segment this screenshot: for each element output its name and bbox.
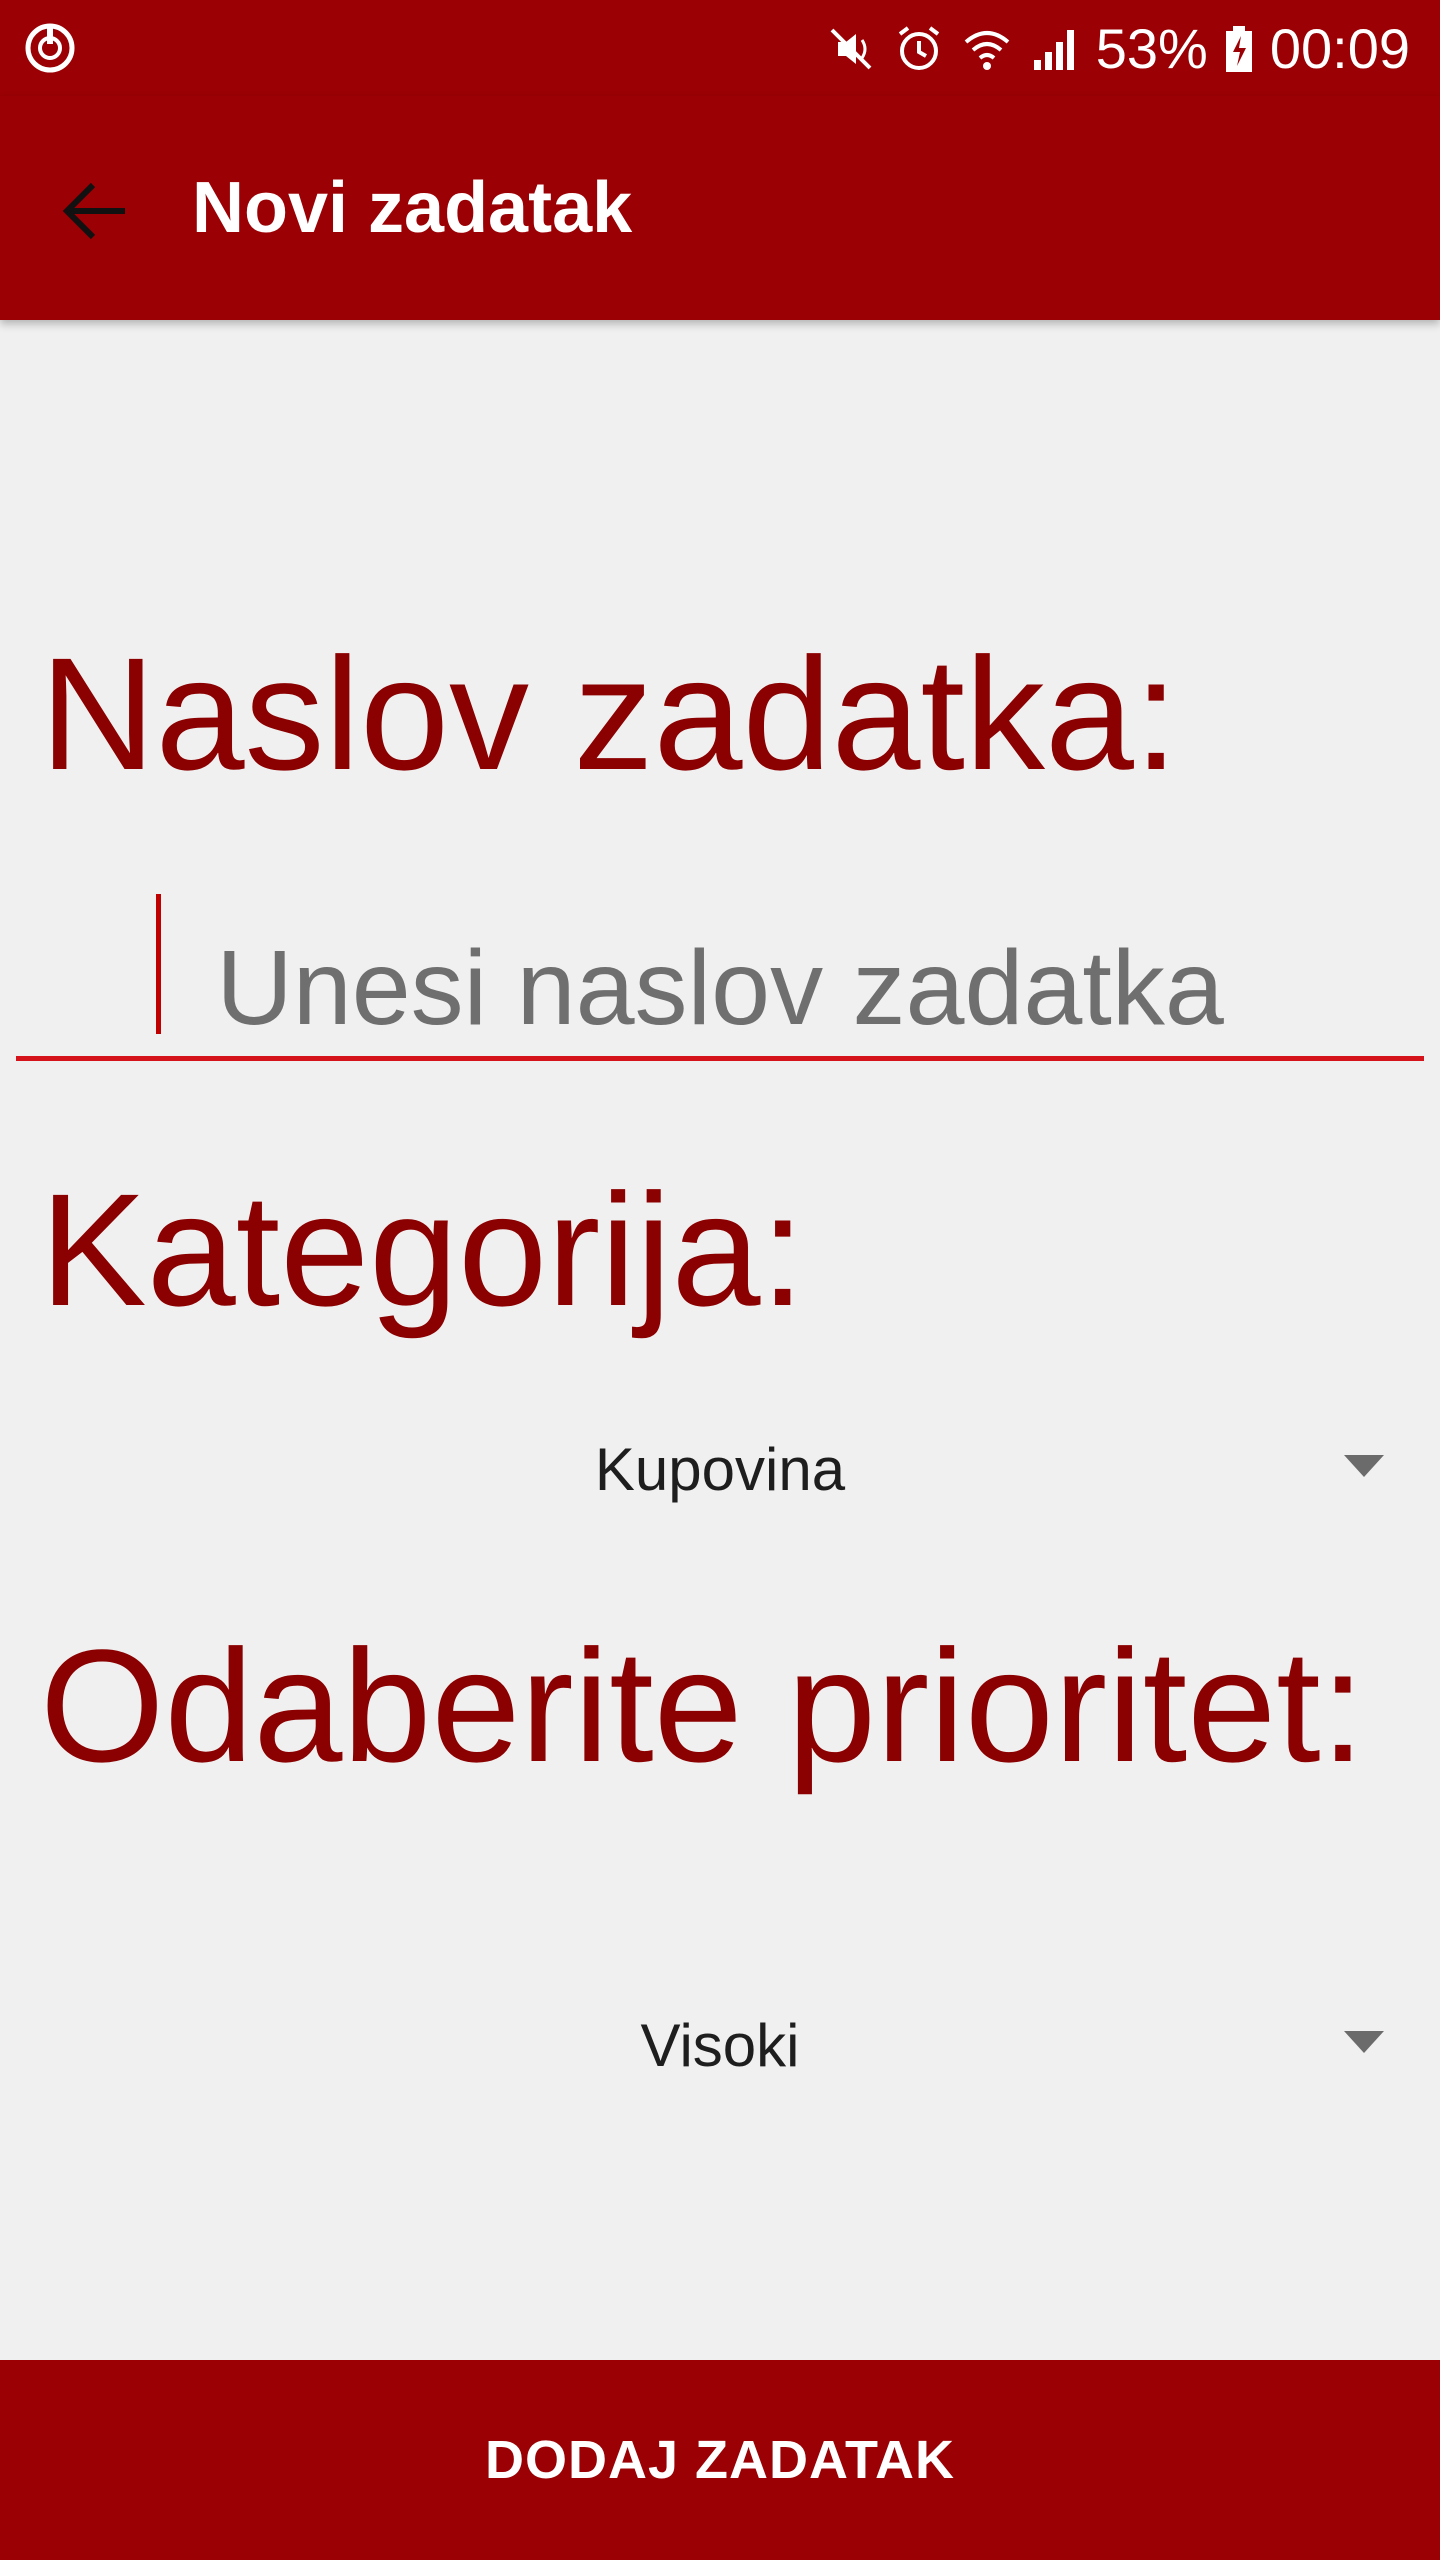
arrow-back-icon <box>62 182 125 240</box>
task-title-field <box>16 880 1424 1066</box>
back-button[interactable] <box>40 156 150 266</box>
category-spinner[interactable]: Kupovina <box>16 1400 1424 1540</box>
new-task-screen: 53% 00:09 Novi zadatak Naslov zadatka: K… <box>0 0 1440 2560</box>
category-selected-value: Kupovina <box>594 1436 846 1503</box>
priority-selected-value: Visoki <box>640 2012 800 2079</box>
mute-icon <box>830 28 872 70</box>
task-title-input[interactable] <box>16 880 1424 1056</box>
dropdown-arrow-icon <box>1344 1455 1384 1477</box>
dropdown-arrow-icon <box>1344 2031 1384 2053</box>
app-toolbar: Novi zadatak <box>0 96 1440 320</box>
task-title-label: Naslov zadatka: <box>40 624 1179 803</box>
wifi-icon <box>964 31 1010 70</box>
clock: 00:09 <box>1269 17 1410 80</box>
input-underline <box>16 1056 1424 1061</box>
status-icons: 53% 00:09 <box>824 14 1410 84</box>
add-task-button[interactable]: DODAJ ZADATAK <box>0 2360 1440 2560</box>
app-notification-icon <box>25 23 75 73</box>
category-label: Kategorija: <box>40 1160 805 1339</box>
alarm-icon <box>898 26 939 70</box>
signal-icon <box>1033 30 1074 70</box>
battery-charging-icon <box>1225 26 1252 72</box>
page-title: Novi zadatak <box>192 168 633 248</box>
priority-spinner[interactable]: Visoki <box>16 1976 1424 2116</box>
status-bar: 53% 00:09 <box>0 0 1440 96</box>
text-caret <box>156 894 161 1034</box>
priority-label: Odaberite prioritet: <box>40 1616 1366 1795</box>
battery-percent: 53% <box>1095 17 1208 80</box>
